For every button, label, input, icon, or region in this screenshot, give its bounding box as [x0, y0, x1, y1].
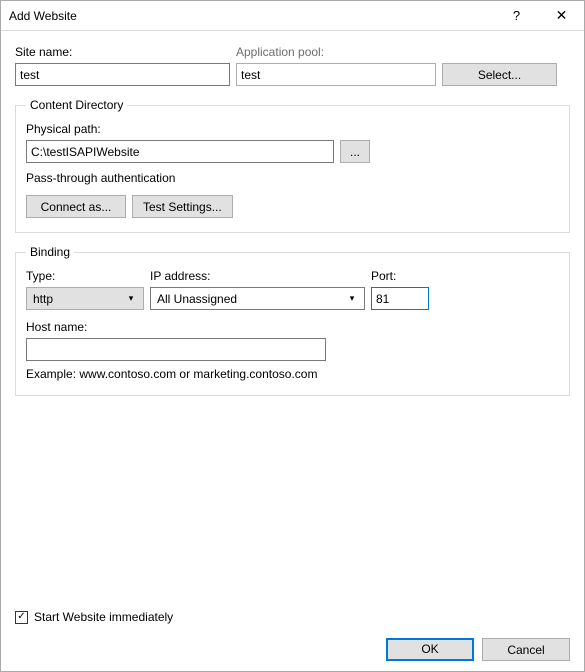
ip-value: All Unassigned — [157, 292, 237, 306]
ok-button[interactable]: OK — [386, 638, 474, 661]
app-pool-label: Application pool: — [236, 45, 436, 59]
start-immediately-checkbox[interactable]: ✓ — [15, 611, 28, 624]
ip-select[interactable]: All Unassigned ▾ — [150, 287, 365, 310]
select-app-pool-button[interactable]: Select... — [442, 63, 557, 86]
type-select[interactable]: http ▾ — [26, 287, 144, 310]
test-settings-button[interactable]: Test Settings... — [132, 195, 233, 218]
physical-path-input[interactable] — [26, 140, 334, 163]
site-name-label: Site name: — [15, 45, 230, 59]
content-directory-legend: Content Directory — [26, 98, 127, 112]
close-icon[interactable]: ✕ — [539, 1, 584, 30]
start-immediately-row[interactable]: ✓ Start Website immediately — [15, 610, 570, 624]
chevron-down-icon: ▾ — [123, 293, 139, 304]
start-immediately-label: Start Website immediately — [34, 610, 173, 624]
passthrough-label: Pass-through authentication — [26, 171, 559, 185]
host-name-label: Host name: — [26, 320, 559, 334]
app-pool-input — [236, 63, 436, 86]
type-value: http — [33, 292, 53, 306]
host-example: Example: www.contoso.com or marketing.co… — [26, 367, 559, 381]
binding-legend: Binding — [26, 245, 74, 259]
type-label: Type: — [26, 269, 144, 283]
binding-group: Binding Type: http ▾ IP address: All Una… — [15, 245, 570, 396]
port-label: Port: — [371, 269, 429, 283]
titlebar: Add Website ? ✕ — [1, 1, 584, 31]
ip-label: IP address: — [150, 269, 365, 283]
browse-path-button[interactable]: ... — [340, 140, 370, 163]
content-directory-group: Content Directory Physical path: ... Pas… — [15, 98, 570, 233]
physical-path-label: Physical path: — [26, 122, 559, 136]
help-icon[interactable]: ? — [494, 1, 539, 30]
port-input[interactable] — [371, 287, 429, 310]
cancel-button[interactable]: Cancel — [482, 638, 570, 661]
host-name-input[interactable] — [26, 338, 326, 361]
chevron-down-icon: ▾ — [344, 293, 360, 304]
connect-as-button[interactable]: Connect as... — [26, 195, 126, 218]
site-name-input[interactable] — [15, 63, 230, 86]
window-title: Add Website — [1, 9, 494, 23]
dialog-content: Site name: Application pool: Select... C… — [1, 31, 584, 671]
